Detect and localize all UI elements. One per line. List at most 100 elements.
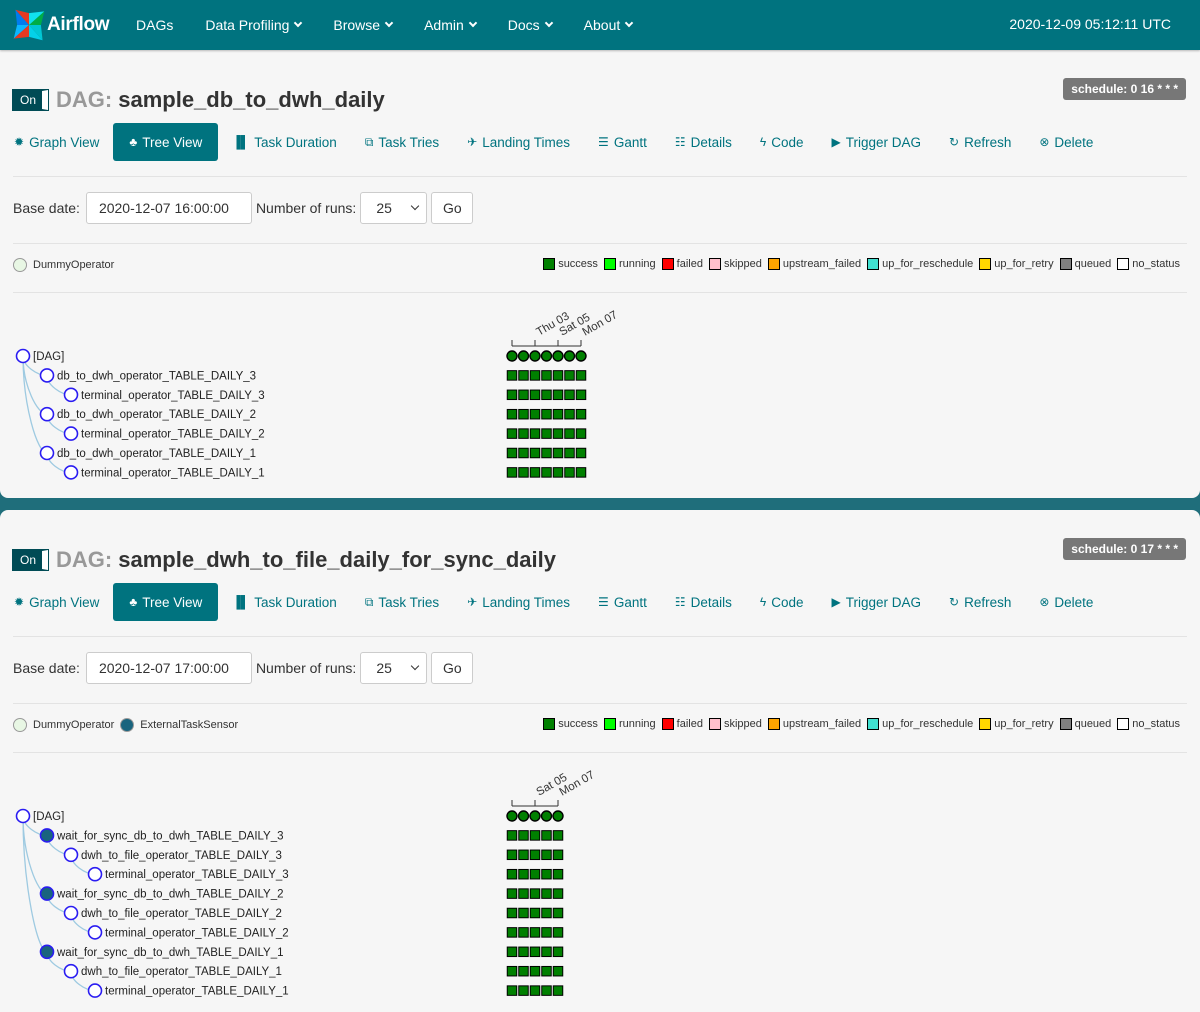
task-instance-square[interactable]: [518, 985, 529, 996]
task-instance-square[interactable]: [552, 408, 564, 420]
task-instance-square[interactable]: [552, 985, 564, 996]
tab-refresh[interactable]: ↻ Refresh: [935, 123, 1025, 161]
task-instance-square[interactable]: [564, 408, 575, 420]
tab-details[interactable]: ☷ Details: [661, 583, 746, 621]
tab-graph-view[interactable]: ✹ Graph View: [0, 123, 113, 161]
task-instance-square[interactable]: [529, 467, 541, 478]
task-instance-square[interactable]: [529, 389, 541, 401]
task-instance-square[interactable]: [541, 389, 552, 401]
dag-run-circle[interactable]: [517, 810, 530, 822]
task-node[interactable]: [63, 847, 79, 863]
task-instance-square[interactable]: [506, 428, 518, 439]
task-label[interactable]: dwh_to_file_operator_TABLE_DAILY_2: [81, 908, 282, 920]
tab-landing-times[interactable]: ✈ Landing Times: [453, 123, 584, 161]
task-instance-square[interactable]: [506, 965, 518, 977]
task-instance-square[interactable]: [518, 946, 529, 958]
task-instance-square[interactable]: [541, 907, 552, 919]
task-instance-square[interactable]: [552, 927, 564, 938]
task-instance-square[interactable]: [518, 467, 529, 478]
dag-toggle[interactable]: On: [11, 89, 50, 111]
tab-delete[interactable]: ⊗ Delete: [1025, 123, 1107, 161]
task-instance-square[interactable]: [518, 389, 529, 401]
task-instance-square[interactable]: [552, 888, 564, 899]
task-instance-square[interactable]: [552, 907, 564, 919]
task-instance-square[interactable]: [506, 447, 518, 459]
task-node[interactable]: [15, 808, 31, 824]
task-label[interactable]: dwh_to_file_operator_TABLE_DAILY_3: [81, 850, 282, 862]
dag-run-circle[interactable]: [517, 350, 530, 362]
task-label[interactable]: terminal_operator_TABLE_DAILY_2: [105, 927, 289, 939]
task-instance-square[interactable]: [552, 370, 564, 381]
base-date-input[interactable]: 2020-12-07 16:00:00: [85, 192, 252, 224]
task-instance-square[interactable]: [575, 389, 587, 401]
task-instance-square[interactable]: [506, 985, 518, 996]
task-instance-square[interactable]: [518, 428, 529, 439]
num-runs-select[interactable]: 25: [360, 192, 428, 224]
task-node[interactable]: [15, 348, 31, 364]
task-instance-square[interactable]: [575, 447, 587, 459]
task-instance-square[interactable]: [518, 965, 529, 977]
task-instance-square[interactable]: [518, 408, 529, 420]
tab-task-tries[interactable]: ⧉ Task Tries: [351, 583, 453, 621]
tab-trigger-dag[interactable]: ▶ Trigger DAG: [818, 583, 936, 621]
tab-gantt[interactable]: ☰ Gantt: [584, 583, 661, 621]
task-node[interactable]: [87, 983, 103, 998]
task-instance-square[interactable]: [506, 389, 518, 401]
task-instance-square[interactable]: [518, 888, 529, 899]
task-instance-square[interactable]: [506, 888, 518, 899]
task-label[interactable]: dwh_to_file_operator_TABLE_DAILY_1: [81, 966, 282, 978]
tab-details[interactable]: ☷ Details: [661, 123, 746, 161]
task-node[interactable]: [63, 963, 79, 979]
task-node[interactable]: [63, 905, 79, 921]
task-instance-square[interactable]: [541, 408, 552, 420]
task-instance-square[interactable]: [564, 370, 575, 381]
task-instance-square[interactable]: [529, 370, 541, 381]
tab-delete[interactable]: ⊗ Delete: [1025, 583, 1107, 621]
task-instance-square[interactable]: [541, 985, 552, 996]
task-instance-square[interactable]: [541, 888, 552, 899]
dag-run-circle[interactable]: [540, 350, 553, 362]
task-instance-square[interactable]: [552, 946, 564, 958]
task-instance-square[interactable]: [506, 927, 518, 938]
tab-task-tries[interactable]: ⧉ Task Tries: [351, 123, 453, 161]
task-label[interactable]: wait_for_sync_db_to_dwh_TABLE_DAILY_1: [56, 947, 284, 959]
task-instance-square[interactable]: [575, 408, 587, 420]
tab-tree-view[interactable]: ♣ Tree View: [113, 583, 219, 621]
task-node[interactable]: [39, 368, 55, 383]
task-instance-square[interactable]: [529, 965, 541, 977]
task-instance-square[interactable]: [518, 907, 529, 919]
tab-task-duration[interactable]: ▐▌ Task Duration: [218, 123, 351, 161]
task-node[interactable]: [39, 944, 55, 960]
task-instance-square[interactable]: [529, 868, 541, 880]
task-instance-square[interactable]: [564, 428, 575, 439]
go-button[interactable]: Go: [431, 192, 474, 224]
tab-gantt[interactable]: ☰ Gantt: [584, 123, 661, 161]
tab-graph-view[interactable]: ✹ Graph View: [0, 583, 113, 621]
brand-link[interactable]: Airflow: [0, 0, 120, 50]
dag-run-circle[interactable]: [575, 350, 587, 362]
task-instance-square[interactable]: [541, 467, 552, 478]
dag-run-circle[interactable]: [552, 810, 564, 822]
task-label[interactable]: terminal_operator_TABLE_DAILY_1: [105, 986, 289, 998]
task-instance-square[interactable]: [529, 408, 541, 420]
task-label[interactable]: db_to_dwh_operator_TABLE_DAILY_1: [57, 448, 256, 460]
task-instance-square[interactable]: [506, 946, 518, 958]
task-instance-square[interactable]: [541, 927, 552, 938]
nav-browse[interactable]: Browse: [317, 0, 408, 50]
task-node[interactable]: [39, 406, 55, 422]
nav-about[interactable]: About: [568, 0, 649, 50]
task-instance-square[interactable]: [518, 447, 529, 459]
task-instance-square[interactable]: [564, 389, 575, 401]
task-instance-square[interactable]: [506, 907, 518, 919]
dag-run-circle[interactable]: [552, 350, 564, 362]
task-instance-square[interactable]: [541, 965, 552, 977]
task-instance-square[interactable]: [518, 868, 529, 880]
base-date-input[interactable]: 2020-12-07 17:00:00: [85, 652, 252, 684]
task-instance-square[interactable]: [518, 927, 529, 938]
task-label[interactable]: terminal_operator_TABLE_DAILY_3: [105, 869, 289, 881]
dag-run-circle[interactable]: [563, 350, 576, 362]
task-instance-square[interactable]: [552, 849, 564, 861]
nav-docs[interactable]: Docs: [492, 0, 568, 50]
task-instance-square[interactable]: [529, 985, 541, 996]
task-instance-square[interactable]: [541, 849, 552, 861]
